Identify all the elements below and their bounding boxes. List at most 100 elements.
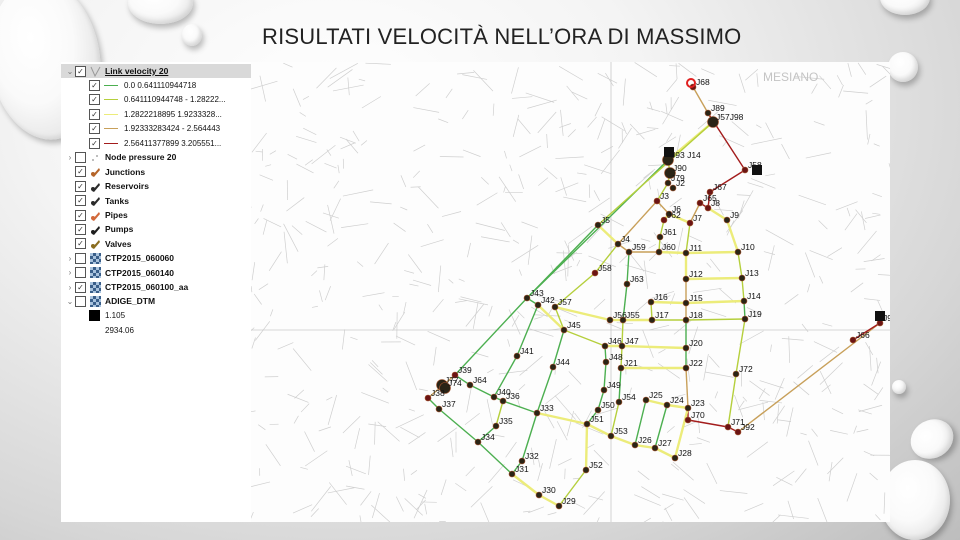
pipe-link[interactable]: [554, 305, 611, 322]
pipe-link[interactable]: [586, 422, 612, 438]
layer-visibility-checkbox[interactable]: ✓: [75, 238, 86, 250]
layer-visibility-checkbox[interactable]: [75, 267, 86, 279]
basemap-street-line: [418, 388, 428, 392]
pipe-link[interactable]: [741, 277, 745, 302]
layer-item[interactable]: ✓ 1.92333283424 - 2.564443: [61, 122, 220, 136]
pipe-link[interactable]: [650, 300, 687, 305]
layer-visibility-checkbox[interactable]: ✓: [89, 123, 100, 135]
layer-item[interactable]: ✓ 0.0 0.641110944718: [61, 78, 196, 92]
pipe-link[interactable]: [687, 419, 729, 428]
basemap-street-line: [600, 149, 620, 175]
pipe-link[interactable]: [511, 473, 540, 496]
pipe-link[interactable]: [536, 411, 588, 426]
layer-visibility-checkbox[interactable]: ✓: [75, 209, 86, 221]
pipe-link[interactable]: [621, 344, 687, 350]
layer-item[interactable]: ✓ 1.2822218895 1.9233328...: [61, 107, 222, 121]
layer-item[interactable]: ✓ Tanks: [61, 194, 129, 208]
valve-icon: [90, 238, 101, 250]
expand-chevron-icon[interactable]: ›: [65, 153, 75, 162]
collapse-chevron-icon[interactable]: ⌄: [65, 67, 75, 76]
basemap-street-line: [392, 322, 397, 331]
basemap-street-line: [341, 223, 369, 228]
pipe-link[interactable]: [654, 446, 676, 460]
pipe-link[interactable]: [597, 121, 714, 226]
basemap-street-line: [876, 64, 890, 69]
basemap-street-line: [568, 371, 582, 385]
node-label: J51: [590, 414, 604, 424]
pipe-link[interactable]: [538, 493, 560, 508]
reservoir-icon: [90, 181, 101, 192]
layer-visibility-checkbox[interactable]: ✓: [89, 94, 100, 106]
layer-item[interactable]: ⌄ ✓ Link velocity 20: [61, 64, 254, 78]
layer-visibility-checkbox[interactable]: ✓: [89, 108, 100, 120]
layer-item[interactable]: › CTP2015_060060: [61, 251, 174, 265]
pipe-link[interactable]: [610, 434, 636, 447]
layer-visibility-checkbox[interactable]: ✓: [75, 166, 86, 178]
layer-item[interactable]: › Node pressure 20: [61, 150, 176, 164]
layer-label: 1.92333283424 - 2.564443: [124, 124, 221, 134]
pipe-link[interactable]: [692, 86, 709, 114]
basemap-street-line: [415, 83, 430, 97]
layer-visibility-checkbox[interactable]: ✓: [75, 195, 86, 207]
basemap-street-line: [800, 432, 807, 436]
layer-item[interactable]: ✓ Pumps: [61, 222, 133, 236]
basemap-street-line: [865, 342, 874, 356]
layer-item[interactable]: › ✓ CTP2015_060100_aa: [61, 280, 188, 294]
basemap-street-line: [666, 426, 675, 433]
basemap-street-line: [408, 408, 415, 412]
layer-visibility-checkbox[interactable]: [75, 295, 86, 307]
layer-item[interactable]: ✓ Valves: [61, 237, 131, 251]
layer-visibility-checkbox[interactable]: ✓: [75, 180, 86, 192]
layer-visibility-checkbox[interactable]: ✓: [75, 223, 86, 235]
layer-item[interactable]: ✓ Junctions: [61, 165, 145, 179]
layer-visibility-checkbox[interactable]: ✓: [75, 65, 86, 77]
layer-visibility-checkbox[interactable]: ✓: [89, 79, 100, 91]
layer-item[interactable]: ✓ 2.56411377899 3.205551...: [61, 136, 221, 150]
node-label: J63: [630, 274, 644, 284]
basemap-street-line: [507, 339, 511, 347]
layer-visibility-checkbox[interactable]: [75, 151, 86, 163]
layer-item[interactable]: ✓ Pipes: [61, 208, 128, 222]
layer-visibility-checkbox[interactable]: ✓: [75, 281, 86, 293]
reservoir-symbol[interactable]: [752, 165, 762, 175]
pipe-link[interactable]: [563, 329, 606, 347]
expand-chevron-icon[interactable]: ›: [65, 254, 75, 263]
layer-item[interactable]: 1.105: [61, 309, 125, 323]
layer-visibility-checkbox[interactable]: ✓: [89, 137, 100, 149]
node-label: J41: [520, 346, 534, 356]
layer-item[interactable]: ✓ Reservoirs: [61, 179, 149, 193]
collapse-chevron-icon[interactable]: ⌄: [65, 297, 75, 306]
expand-chevron-icon[interactable]: ›: [65, 283, 75, 292]
raster-icon: [90, 281, 101, 293]
layer-item[interactable]: ⌄ ADIGE_DTM: [61, 294, 155, 308]
layer-item[interactable]: ✓ 0.641110944748 - 1.28222...: [61, 93, 226, 107]
basemap-street-line: [287, 154, 298, 160]
pipe-link[interactable]: [469, 384, 495, 398]
reservoir-symbol[interactable]: [664, 147, 674, 157]
map-canvas[interactable]: MESIANO J68J89J57J98J93 J14J90J79J2J58J6…: [251, 62, 890, 522]
pipe-link[interactable]: [584, 423, 589, 471]
pipe-link[interactable]: [477, 441, 513, 475]
layers-panel: ⌄ ✓ Link velocity 20 ✓ 0.0 0.641110944718 ✓ 0.…: [61, 62, 254, 522]
layer-item[interactable]: 2934.06: [61, 323, 134, 337]
pipe-link[interactable]: [737, 251, 743, 279]
pipe-link[interactable]: [621, 319, 624, 347]
pipe-link[interactable]: [502, 400, 538, 414]
layer-visibility-checkbox[interactable]: [75, 252, 86, 264]
basemap-street-line: [318, 426, 332, 432]
basemap-street-line: [480, 236, 510, 243]
reservoir-symbol[interactable]: [875, 311, 885, 321]
expand-chevron-icon[interactable]: ›: [65, 268, 75, 277]
legend-swatch: [104, 99, 118, 101]
pipe-link[interactable]: [685, 367, 689, 409]
basemap-street-line: [404, 270, 415, 274]
pipe-link[interactable]: [597, 224, 619, 245]
layer-item[interactable]: › CTP2015_060140: [61, 266, 174, 280]
pipe-link[interactable]: [658, 250, 687, 255]
node-label: J54: [622, 392, 636, 402]
pipe-link[interactable]: [603, 361, 607, 391]
basemap-street-line: [450, 437, 454, 458]
pipe-link[interactable]: [438, 408, 479, 443]
network-map[interactable]: MESIANO J68J89J57J98J93 J14J90J79J2J58J6…: [251, 62, 890, 522]
pipe-link[interactable]: [626, 251, 630, 285]
